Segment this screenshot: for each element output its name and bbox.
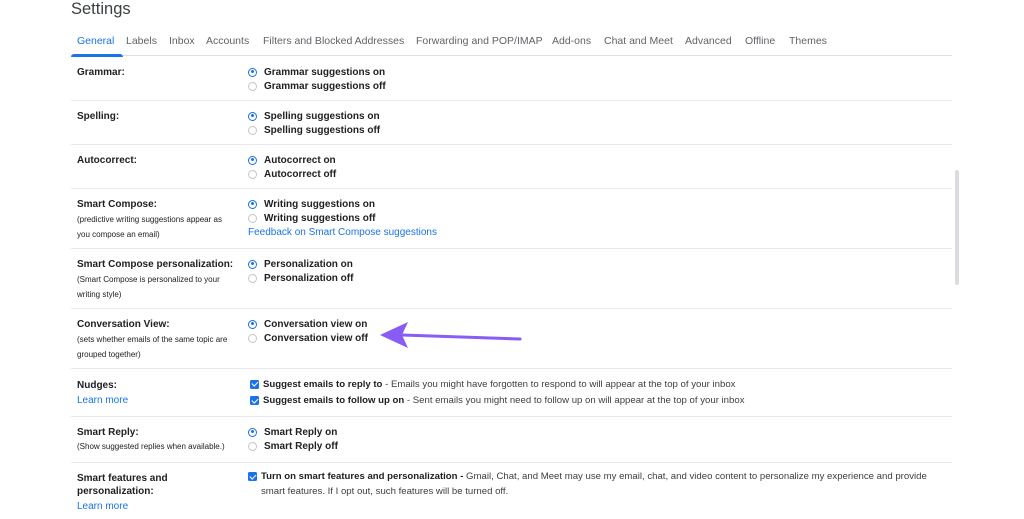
smart-features-option[interactable]: Turn on smart features and personalizati… bbox=[248, 469, 938, 499]
page-title: Settings bbox=[71, 0, 131, 18]
setting-description: (Smart Compose is personalized to your wr… bbox=[77, 275, 220, 299]
grammar-off-option[interactable]: Grammar suggestions off bbox=[248, 80, 386, 95]
nudges-follow-up-option[interactable]: Suggest emails to follow up on - Sent em… bbox=[250, 393, 745, 410]
arrow-left-icon bbox=[380, 322, 522, 348]
radio-unselected-icon[interactable] bbox=[248, 214, 257, 224]
option-label: Grammar suggestions off bbox=[264, 81, 386, 93]
setting-label: Spelling: bbox=[77, 111, 120, 122]
grammar-on-option[interactable]: Grammar suggestions on bbox=[248, 65, 386, 80]
smart-features-learn-more-link[interactable]: Learn more bbox=[77, 500, 247, 514]
setting-description: (sets whether emails of the same topic a… bbox=[77, 335, 228, 359]
smart-reply-off-option[interactable]: Smart Reply off bbox=[248, 440, 338, 455]
option-label: Personalization off bbox=[264, 273, 354, 285]
conversation-view-on-option[interactable]: Conversation view on bbox=[248, 317, 368, 332]
option-label: Writing suggestions off bbox=[264, 213, 376, 225]
option-label: Conversation view off bbox=[264, 333, 368, 345]
setting-row-smart-compose: Smart Compose: (predictive writing sugge… bbox=[71, 189, 952, 249]
setting-row-smart-compose-personalization: Smart Compose personalization: (Smart Co… bbox=[71, 249, 952, 309]
setting-label: Smart Compose: bbox=[77, 199, 158, 210]
option-label: Spelling suggestions on bbox=[264, 110, 380, 122]
radio-selected-icon[interactable] bbox=[248, 427, 257, 437]
radio-unselected-icon[interactable] bbox=[248, 126, 257, 136]
setting-label: Smart Compose personalization: bbox=[77, 259, 234, 270]
checkbox-checked-icon[interactable] bbox=[248, 472, 257, 481]
setting-row-spelling: Spelling: Spelling suggestions on Spelli… bbox=[71, 101, 952, 145]
smart-compose-off-option[interactable]: Writing suggestions off bbox=[248, 212, 437, 227]
radio-selected-icon[interactable] bbox=[248, 199, 257, 209]
setting-label: Nudges: bbox=[77, 380, 117, 391]
option-label: Autocorrect on bbox=[264, 154, 336, 166]
radio-unselected-icon[interactable] bbox=[248, 442, 257, 452]
setting-label: Smart Reply: bbox=[77, 427, 139, 438]
tab-offline[interactable]: Offline bbox=[745, 35, 775, 47]
autocorrect-on-option[interactable]: Autocorrect on bbox=[248, 153, 336, 168]
tab-addons[interactable]: Add-ons bbox=[552, 35, 591, 47]
conversation-view-off-option[interactable]: Conversation view off bbox=[248, 332, 368, 347]
radio-selected-icon[interactable] bbox=[248, 155, 257, 165]
smart-compose-on-option[interactable]: Writing suggestions on bbox=[248, 197, 437, 212]
nudges-learn-more-link[interactable]: Learn more bbox=[77, 394, 247, 408]
setting-label: Conversation View: bbox=[77, 319, 170, 330]
spelling-off-option[interactable]: Spelling suggestions off bbox=[248, 124, 380, 139]
tab-advanced[interactable]: Advanced bbox=[685, 35, 732, 47]
option-label: Writing suggestions on bbox=[264, 198, 375, 210]
scrollbar-thumb[interactable] bbox=[955, 170, 959, 285]
option-label: Personalization on bbox=[264, 258, 353, 270]
smart-compose-feedback-link[interactable]: Feedback on Smart Compose suggestions bbox=[248, 226, 437, 240]
tab-chat-meet[interactable]: Chat and Meet bbox=[604, 35, 673, 47]
tab-inbox[interactable]: Inbox bbox=[169, 35, 195, 47]
settings-tabs: General Labels Inbox Accounts Filters an… bbox=[71, 28, 952, 57]
setting-label: Autocorrect: bbox=[77, 155, 138, 166]
tab-accounts[interactable]: Accounts bbox=[206, 35, 249, 47]
radio-unselected-icon[interactable] bbox=[248, 274, 257, 284]
tab-labels[interactable]: Labels bbox=[126, 35, 157, 47]
setting-row-nudges: Nudges: Learn more Suggest emails to rep… bbox=[71, 369, 952, 417]
option-label: Grammar suggestions on bbox=[264, 66, 386, 78]
setting-row-autocorrect: Autocorrect: Autocorrect on Autocorrect … bbox=[71, 145, 952, 189]
setting-description: (Show suggested replies when available.) bbox=[77, 442, 225, 451]
radio-selected-icon[interactable] bbox=[248, 111, 257, 121]
setting-label: Grammar: bbox=[77, 67, 125, 78]
option-label: Autocorrect off bbox=[264, 169, 337, 181]
option-label: Spelling suggestions off bbox=[264, 125, 381, 137]
checkbox-checked-icon[interactable] bbox=[250, 379, 259, 389]
smart-reply-on-option[interactable]: Smart Reply on bbox=[248, 425, 338, 440]
option-label: Conversation view on bbox=[264, 318, 368, 330]
tab-forwarding[interactable]: Forwarding and POP/IMAP bbox=[416, 35, 543, 47]
radio-selected-icon[interactable] bbox=[248, 319, 257, 329]
setting-label: Smart features and personalization: bbox=[77, 473, 168, 497]
spelling-on-option[interactable]: Spelling suggestions on bbox=[248, 109, 380, 124]
tab-themes[interactable]: Themes bbox=[789, 35, 827, 47]
radio-unselected-icon[interactable] bbox=[248, 334, 257, 344]
radio-unselected-icon[interactable] bbox=[248, 82, 257, 92]
option-label: Smart Reply off bbox=[264, 441, 338, 453]
setting-row-smart-reply: Smart Reply: (Show suggested replies whe… bbox=[71, 417, 952, 463]
setting-row-smart-features: Smart features and personalization: Learn… bbox=[71, 463, 952, 519]
autocorrect-off-option[interactable]: Autocorrect off bbox=[248, 168, 336, 183]
setting-row-grammar: Grammar: Grammar suggestions on Grammar … bbox=[71, 57, 952, 101]
radio-unselected-icon[interactable] bbox=[248, 170, 257, 180]
checkbox-checked-icon[interactable] bbox=[250, 396, 259, 406]
tab-general[interactable]: General bbox=[77, 35, 114, 47]
radio-selected-icon[interactable] bbox=[248, 259, 257, 269]
radio-selected-icon[interactable] bbox=[248, 67, 257, 77]
personalization-on-option[interactable]: Personalization on bbox=[248, 257, 353, 272]
nudges-reply-option[interactable]: Suggest emails to reply to - Emails you … bbox=[250, 376, 745, 393]
tab-filters[interactable]: Filters and Blocked Addresses bbox=[263, 35, 404, 47]
personalization-off-option[interactable]: Personalization off bbox=[248, 272, 353, 287]
option-label: Smart Reply on bbox=[264, 426, 338, 438]
setting-description: (predictive writing suggestions appear a… bbox=[77, 215, 222, 239]
